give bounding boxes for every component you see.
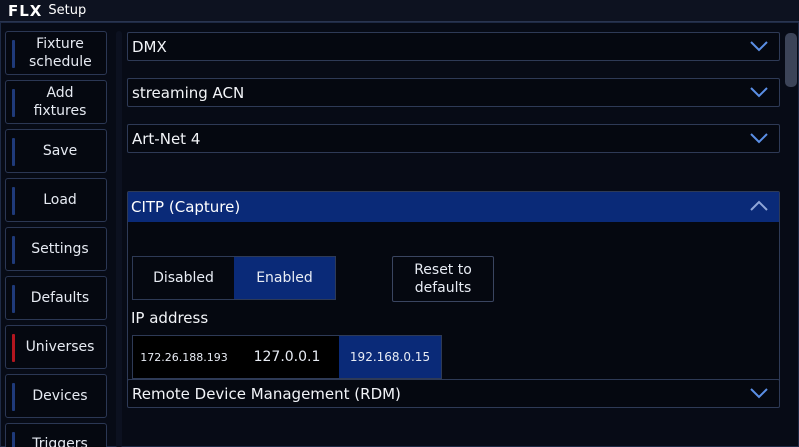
enabled-option[interactable]: Enabled xyxy=(234,257,335,299)
sidebar-item-label: Settings xyxy=(31,241,89,257)
citp-enable-toggle: Disabled Enabled xyxy=(132,256,336,300)
ip-option[interactable]: 127.0.0.1 xyxy=(235,336,339,378)
sidebar-item-marker xyxy=(12,383,15,411)
sidebar-item-marker xyxy=(12,89,15,117)
sidebar-item-universes[interactable]: Universes xyxy=(5,325,107,369)
section-sacn[interactable]: streaming ACN xyxy=(127,78,780,107)
flx-logo: FLX xyxy=(8,1,43,20)
sidebar-item-save[interactable]: Save xyxy=(5,129,107,173)
section-dmx[interactable]: DMX xyxy=(127,32,780,61)
chevron-down-icon xyxy=(750,388,768,399)
sidebar-item-label: Devices xyxy=(32,388,88,404)
sidebar-item-load[interactable]: Load xyxy=(5,178,107,222)
sidebar-item-marker-active xyxy=(12,334,15,362)
section-title: streaming ACN xyxy=(132,83,245,102)
reset-to-defaults-button[interactable]: Reset to defaults xyxy=(392,256,494,302)
sidebar-item-marker xyxy=(12,432,15,447)
ip-address-label: IP address xyxy=(131,309,209,327)
section-title: Art-Net 4 xyxy=(132,129,201,148)
sidebar-item-defaults[interactable]: Defaults xyxy=(5,276,107,320)
sidebar-item-marker xyxy=(12,236,15,264)
section-citp: CITP (Capture) Disabled Enabled Reset to… xyxy=(127,191,780,383)
sidebar-item-label: Load xyxy=(43,192,77,208)
sidebar-item-label: Triggers xyxy=(32,436,88,447)
setup-window: Fixture schedule Add fixtures Save Load … xyxy=(0,22,799,447)
section-title: DMX xyxy=(132,37,167,56)
sidebar-item-label: Add fixtures xyxy=(33,85,87,119)
sidebar-item-marker xyxy=(12,40,15,68)
content-scrollbar-thumb[interactable] xyxy=(785,33,797,87)
sidebar-item-marker xyxy=(12,285,15,313)
chevron-down-icon xyxy=(750,41,768,52)
section-title: CITP (Capture) xyxy=(131,198,241,216)
ip-option[interactable]: 172.26.188.193 xyxy=(133,336,235,378)
section-citp-header[interactable]: CITP (Capture) xyxy=(128,192,779,222)
sidebar: Fixture schedule Add fixtures Save Load … xyxy=(5,31,109,447)
sidebar-item-marker xyxy=(12,138,15,166)
sidebar-scrollbar[interactable] xyxy=(116,31,122,447)
sidebar-item-fixture-schedule[interactable]: Fixture schedule xyxy=(5,31,107,75)
sidebar-item-devices[interactable]: Devices xyxy=(5,374,107,418)
chevron-down-icon xyxy=(750,87,768,98)
ip-option-selected[interactable]: 192.168.0.15 xyxy=(339,336,441,378)
chevron-up-icon xyxy=(750,200,768,211)
section-title: Remote Device Management (RDM) xyxy=(132,384,401,403)
section-artnet[interactable]: Art-Net 4 xyxy=(127,124,780,153)
sidebar-item-add-fixtures[interactable]: Add fixtures xyxy=(5,80,107,124)
chevron-down-icon xyxy=(750,133,768,144)
reset-button-label: Reset to defaults xyxy=(414,262,472,296)
sidebar-item-label: Universes xyxy=(25,339,95,355)
ip-address-selector: 172.26.188.193 127.0.0.1 192.168.0.15 xyxy=(132,335,442,379)
title-bar: FLX Setup xyxy=(0,0,799,22)
section-rdm[interactable]: Remote Device Management (RDM) xyxy=(127,379,780,408)
sidebar-item-marker xyxy=(12,187,15,215)
window-title: Setup xyxy=(48,3,87,18)
sidebar-item-triggers[interactable]: Triggers xyxy=(5,423,107,447)
sidebar-item-label: Fixture schedule xyxy=(29,36,92,70)
sidebar-item-label: Save xyxy=(42,143,78,159)
sidebar-item-settings[interactable]: Settings xyxy=(5,227,107,271)
disabled-option[interactable]: Disabled xyxy=(133,257,234,299)
sidebar-item-label: Defaults xyxy=(30,290,90,306)
